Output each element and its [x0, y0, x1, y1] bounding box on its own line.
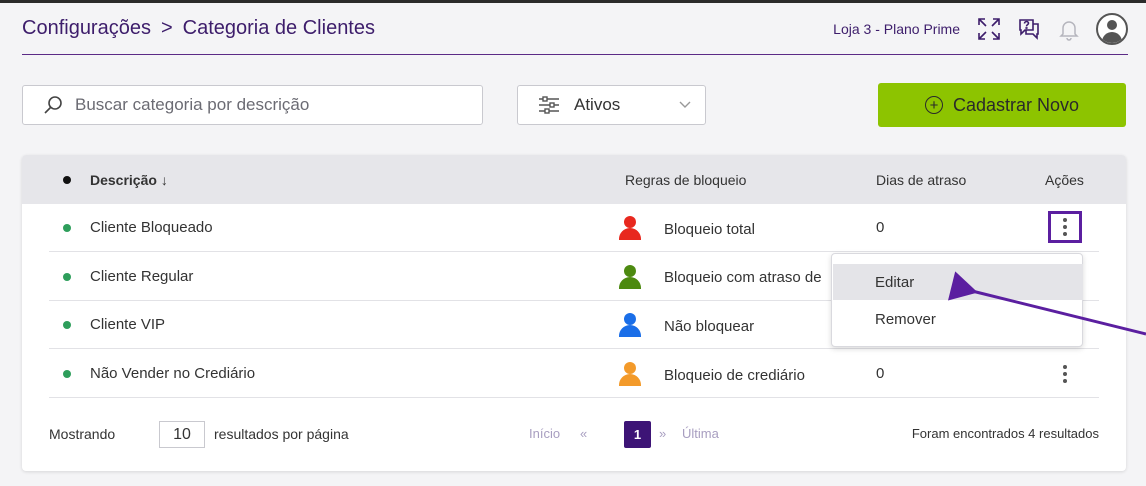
results-count: Foram encontrados 4 resultados	[911, 426, 1099, 441]
kebab-menu-icon	[1062, 218, 1068, 236]
row-actions-button[interactable]	[1048, 211, 1082, 243]
pagination-next[interactable]: »	[659, 426, 666, 441]
row-dias: 0	[876, 365, 885, 382]
store-label[interactable]: Loja 3 - Plano Prime	[833, 21, 960, 37]
person-green-icon	[619, 265, 641, 289]
breadcrumb-configuracoes[interactable]: Configurações	[22, 17, 151, 40]
person-red-icon	[619, 216, 641, 240]
column-dias-atraso: Dias de atraso	[876, 172, 967, 188]
sort-arrow-icon: ↓	[160, 172, 168, 188]
search-input[interactable]	[75, 95, 455, 115]
status-dot	[63, 224, 71, 232]
row-actions-button[interactable]	[1062, 365, 1068, 383]
per-page-suffix: resultados por página	[214, 426, 349, 442]
table-footer: Mostrando 10 resultados por página Iníci…	[49, 421, 1099, 449]
row-regra: Bloqueio de crediário	[664, 367, 805, 384]
plus-circle-icon: +	[924, 96, 943, 114]
bell-icon[interactable]	[1056, 16, 1082, 42]
page-header: Configurações > Categoria de Clientes Lo…	[22, 3, 1128, 55]
pagination-first[interactable]: Início	[529, 426, 560, 441]
status-dot	[63, 370, 71, 378]
status-dot	[63, 273, 71, 281]
breadcrumb: Configurações > Categoria de Clientes	[22, 17, 375, 40]
row-descricao: Cliente Bloqueado	[90, 219, 213, 236]
chevron-down-icon	[679, 101, 691, 108]
status-filter-select[interactable]: Ativos	[517, 85, 706, 125]
search-icon	[44, 96, 62, 114]
filter-sliders-icon	[539, 96, 559, 114]
breadcrumb-separator: >	[160, 17, 173, 39]
column-acoes: Ações	[1045, 172, 1084, 188]
column-regras-bloqueio: Regras de bloqueio	[625, 172, 747, 188]
page-title: Categoria de Clientes	[182, 17, 375, 39]
row-actions-menu: Editar Remover	[831, 253, 1083, 347]
header-status-dot	[63, 176, 71, 184]
search-box[interactable]	[22, 85, 483, 125]
fullscreen-icon[interactable]	[976, 16, 1002, 42]
pagination-current-page[interactable]: 1	[624, 421, 651, 448]
help-icon[interactable]	[1016, 16, 1042, 42]
row-descricao: Cliente VIP	[90, 316, 166, 333]
row-regra: Bloqueio com atraso de	[664, 269, 822, 286]
row-descricao: Não Vender no Crediário	[90, 365, 256, 382]
table-row: Não Vender no Crediário Bloqueio de cred…	[49, 350, 1099, 398]
column-descricao[interactable]: Descrição ↓	[90, 172, 168, 188]
filter-value: Ativos	[574, 95, 621, 114]
table-header: Descrição ↓ Regras de bloqueio Dias de a…	[22, 155, 1126, 204]
person-blue-icon	[619, 313, 641, 337]
per-page-input[interactable]: 10	[159, 421, 205, 448]
menu-item-remover[interactable]: Remover	[833, 301, 1083, 337]
row-dias: 0	[876, 219, 885, 236]
add-category-button[interactable]: + Cadastrar Novo	[878, 83, 1126, 127]
menu-item-editar[interactable]: Editar	[833, 264, 1083, 300]
add-category-label: Cadastrar Novo	[952, 94, 1080, 115]
user-avatar-icon[interactable]	[1096, 12, 1128, 45]
row-descricao: Cliente Regular	[90, 268, 194, 285]
row-regra: Bloqueio total	[664, 221, 755, 238]
table-row: Cliente Bloqueado Bloqueio total 0	[49, 204, 1099, 252]
showing-label: Mostrando	[49, 426, 116, 442]
person-orange-icon	[619, 362, 641, 386]
pagination-prev[interactable]: «	[580, 426, 587, 441]
pagination-last[interactable]: Última	[682, 426, 719, 441]
row-regra: Não bloquear	[664, 318, 755, 335]
status-dot	[63, 321, 71, 329]
